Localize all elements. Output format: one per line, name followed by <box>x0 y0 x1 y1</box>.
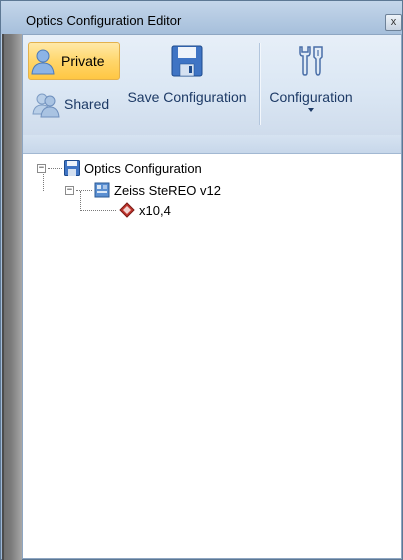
tree-leaf-label: x10,4 <box>139 202 171 218</box>
ribbon-footer <box>23 135 401 154</box>
tree-node-lens[interactable]: x10,4 <box>119 202 171 218</box>
users-icon <box>32 93 60 118</box>
close-button[interactable]: x <box>385 14 402 31</box>
title-bar[interactable]: Optics Configuration Editor x <box>1 1 402 34</box>
optics-config-window: Optics Configuration Editor x Private Sh… <box>0 0 403 560</box>
collapse-icon[interactable]: − <box>37 163 46 173</box>
tree-connector <box>48 167 62 169</box>
tree-node-microscope[interactable]: − Zeiss SteREO v12 <box>65 182 221 198</box>
tree-connector <box>43 174 44 191</box>
floppy-disk-icon <box>171 45 203 77</box>
save-configuration-button[interactable]: Save Configuration <box>123 45 251 125</box>
shared-button[interactable]: Shared <box>32 89 109 119</box>
tree-connector <box>76 189 92 191</box>
lens-icon <box>119 202 135 218</box>
user-icon <box>31 49 55 75</box>
window-title: Optics Configuration Editor <box>26 13 182 28</box>
configuration-label: Configuration <box>269 89 353 105</box>
toolbar-separator <box>259 43 260 125</box>
wrench-screwdriver-icon <box>299 46 323 76</box>
configuration-dropdown-button[interactable]: Configuration <box>261 45 361 125</box>
tree-connector <box>80 210 116 211</box>
configuration-tree[interactable]: − Optics Configuration − Zeiss SteREO v1… <box>23 154 401 558</box>
dock-divider <box>2 34 4 560</box>
disk-icon <box>64 160 80 176</box>
chevron-down-icon <box>308 108 314 112</box>
microscope-icon <box>94 182 110 198</box>
ribbon-toolbar: Private Shared Save Configuration Config… <box>23 35 401 136</box>
private-button[interactable]: Private <box>28 42 120 80</box>
left-dock-strip <box>2 34 22 560</box>
save-label: Save Configuration <box>127 89 247 105</box>
collapse-icon[interactable]: − <box>65 185 74 195</box>
private-label: Private <box>61 53 105 69</box>
tree-root-label: Optics Configuration <box>84 160 202 176</box>
tree-child-label: Zeiss SteREO v12 <box>114 182 221 198</box>
shared-label: Shared <box>64 96 110 112</box>
editor-panel: Private Shared Save Configuration Config… <box>22 34 402 559</box>
tree-node-root[interactable]: − Optics Configuration <box>37 160 202 176</box>
